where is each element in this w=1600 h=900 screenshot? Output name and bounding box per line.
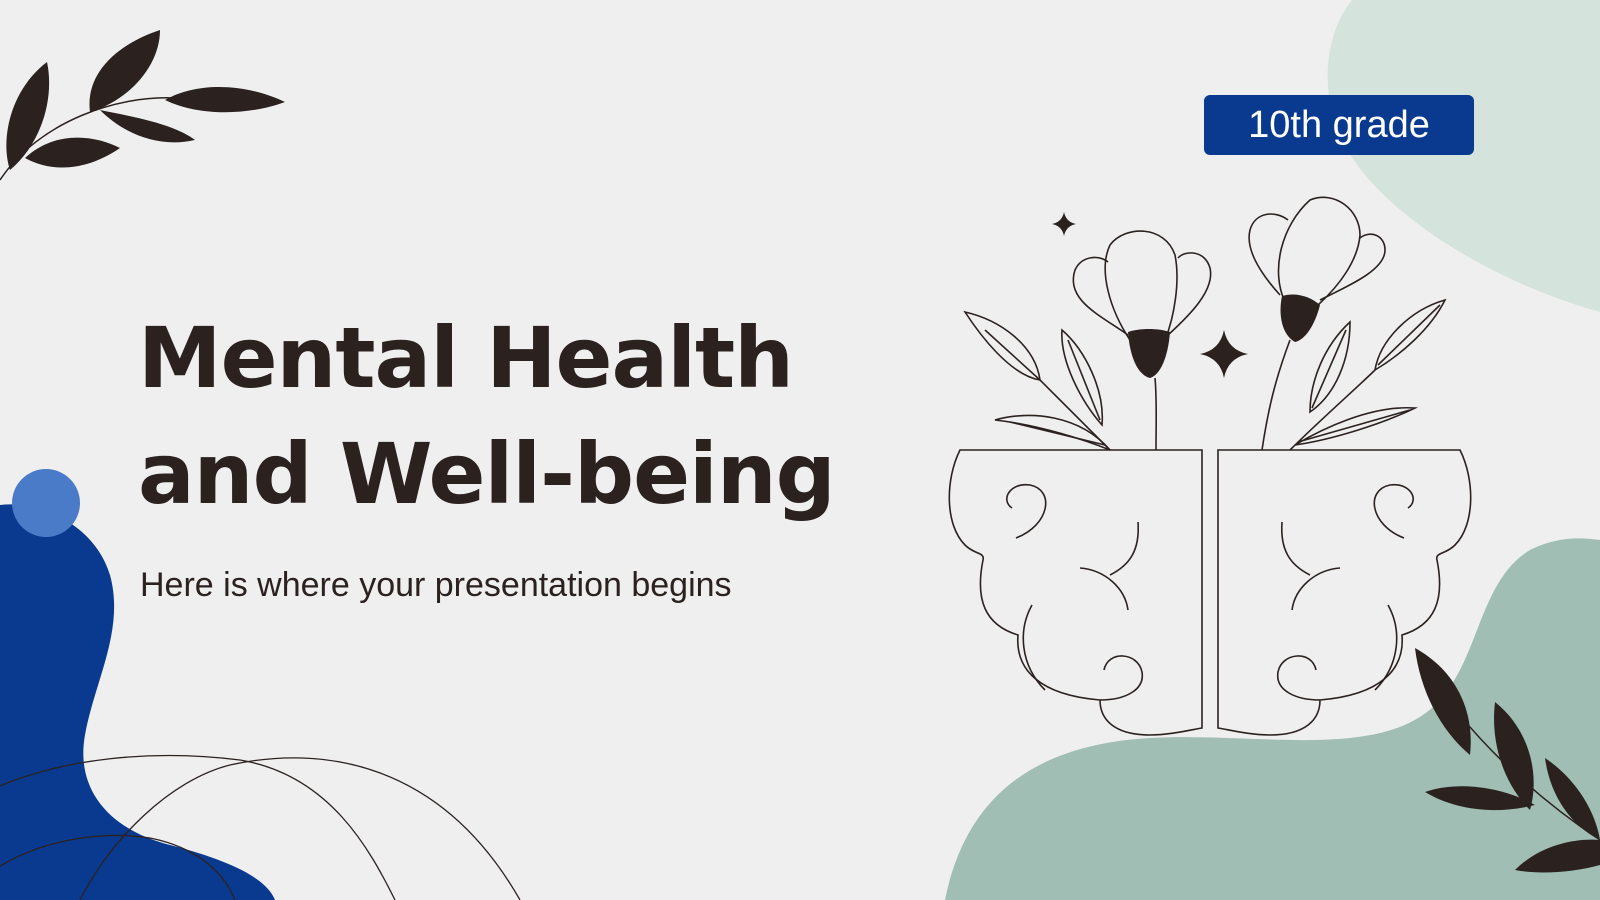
flower-bud-icon xyxy=(1128,329,1170,378)
flower-bud-icon xyxy=(1280,294,1320,342)
title-line-1: Mental Health xyxy=(138,309,794,407)
slide-subtitle: Here is where your presentation begins xyxy=(140,566,732,604)
slide-title: Mental Health and Well-being xyxy=(138,300,836,532)
brain-with-flowers-illustration xyxy=(948,196,1472,736)
navy-blob xyxy=(0,504,275,900)
leaf-branch-icon xyxy=(0,30,285,181)
title-slide: 10th grade Mental Health and Well-being … xyxy=(0,0,1600,900)
mint-blob xyxy=(1327,0,1600,312)
blue-circle xyxy=(12,469,80,537)
grade-badge: 10th grade xyxy=(1204,95,1474,155)
title-line-2: and Well-being xyxy=(138,425,836,523)
sparkle-icon xyxy=(1052,212,1076,236)
sparkle-icon xyxy=(1200,330,1248,378)
